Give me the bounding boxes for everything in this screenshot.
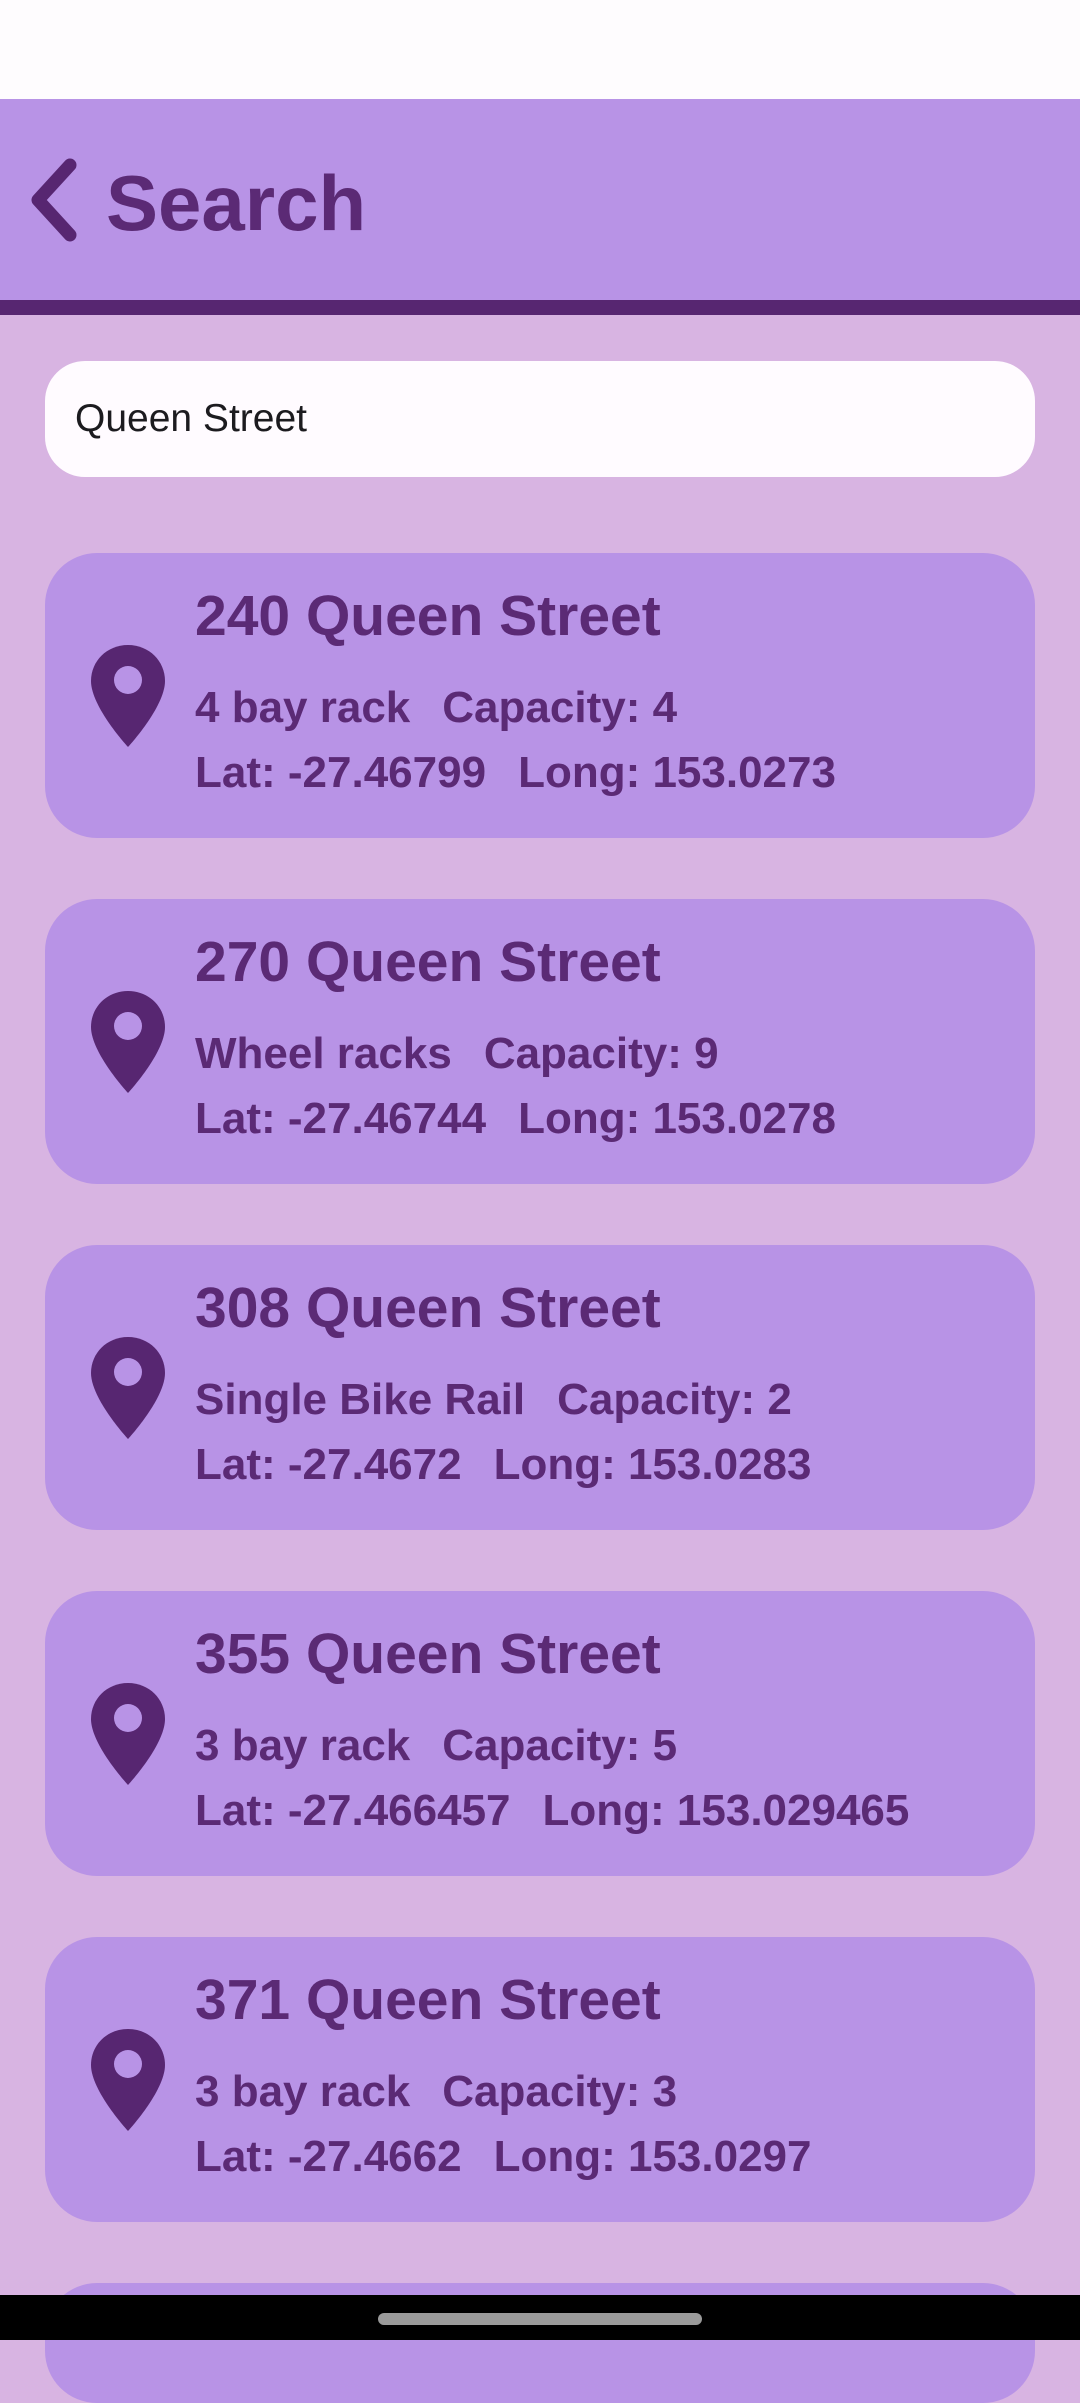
- rack-name: 355 Queen Street: [195, 1622, 661, 1686]
- rack-type: Wheel racks: [195, 1029, 452, 1078]
- rack-details: Wheel racks Capacity: 9: [195, 1029, 719, 1079]
- rack-longitude: Long: 153.029465: [542, 1786, 910, 1835]
- rack-name: 371 Queen Street: [195, 1968, 661, 2032]
- list-item[interactable]: 308 Queen Street Single Bike Rail Capacit…: [45, 1245, 1035, 1530]
- location-pin-icon: [88, 1681, 168, 1787]
- rack-latitude: Lat: -27.46799: [195, 748, 487, 797]
- search-input[interactable]: [75, 397, 1005, 441]
- rack-capacity: Capacity: 4: [442, 683, 678, 732]
- home-indicator[interactable]: [378, 2313, 702, 2325]
- rack-details: 3 bay rack Capacity: 3: [195, 2067, 677, 2117]
- rack-coordinates: Lat: -27.46799 Long: 153.0273: [195, 748, 836, 798]
- list-item[interactable]: 270 Queen Street Wheel racks Capacity: 9 …: [45, 899, 1035, 1184]
- rack-coordinates: Lat: -27.46744 Long: 153.0278: [195, 1094, 836, 1144]
- page-title: Search: [106, 159, 367, 247]
- search-field[interactable]: [45, 361, 1035, 477]
- app-bar-divider: [0, 300, 1080, 315]
- rack-details: Single Bike Rail Capacity: 2: [195, 1375, 792, 1425]
- rack-coordinates: Lat: -27.4662 Long: 153.0297: [195, 2132, 811, 2182]
- chevron-left-icon: [31, 158, 77, 242]
- rack-name: 308 Queen Street: [195, 1276, 661, 1340]
- location-pin-icon: [88, 1335, 168, 1441]
- rack-coordinates: Lat: -27.4672 Long: 153.0283: [195, 1440, 811, 1490]
- list-item[interactable]: 371 Queen Street 3 bay rack Capacity: 3 L…: [45, 1937, 1035, 2222]
- rack-longitude: Long: 153.0283: [493, 1440, 812, 1489]
- rack-name: 240 Queen Street: [195, 584, 661, 648]
- rack-details: 4 bay rack Capacity: 4: [195, 683, 677, 733]
- rack-coordinates: Lat: -27.466457 Long: 153.029465: [195, 1786, 909, 1836]
- back-button[interactable]: [18, 152, 90, 248]
- rack-type: 4 bay rack: [195, 683, 411, 732]
- rack-type: Single Bike Rail: [195, 1375, 526, 1424]
- list-item[interactable]: 355 Queen Street 3 bay rack Capacity: 5 L…: [45, 1591, 1035, 1876]
- rack-type: 3 bay rack: [195, 2067, 411, 2116]
- location-pin-icon: [88, 2027, 168, 2133]
- rack-longitude: Long: 153.0278: [518, 1094, 836, 1143]
- rack-type: 3 bay rack: [195, 1721, 411, 1770]
- rack-latitude: Lat: -27.4662: [195, 2132, 462, 2181]
- rack-latitude: Lat: -27.466457: [195, 1786, 511, 1835]
- location-pin-icon: [88, 643, 168, 749]
- rack-capacity: Capacity: 9: [483, 1029, 719, 1078]
- rack-latitude: Lat: -27.46744: [195, 1094, 487, 1143]
- rack-latitude: Lat: -27.4672: [195, 1440, 462, 1489]
- rack-capacity: Capacity: 3: [442, 2067, 678, 2116]
- results-list: 240 Queen Street 4 bay rack Capacity: 4 L…: [45, 553, 1035, 2283]
- location-pin-icon: [88, 989, 168, 1095]
- rack-longitude: Long: 153.0297: [493, 2132, 812, 2181]
- rack-capacity: Capacity: 2: [557, 1375, 792, 1424]
- rack-details: 3 bay rack Capacity: 5: [195, 1721, 677, 1771]
- status-bar: [0, 0, 1080, 99]
- rack-capacity: Capacity: 5: [442, 1721, 678, 1770]
- list-item[interactable]: 240 Queen Street 4 bay rack Capacity: 4 L…: [45, 553, 1035, 838]
- rack-name: 270 Queen Street: [195, 930, 661, 994]
- rack-longitude: Long: 153.0273: [518, 748, 836, 797]
